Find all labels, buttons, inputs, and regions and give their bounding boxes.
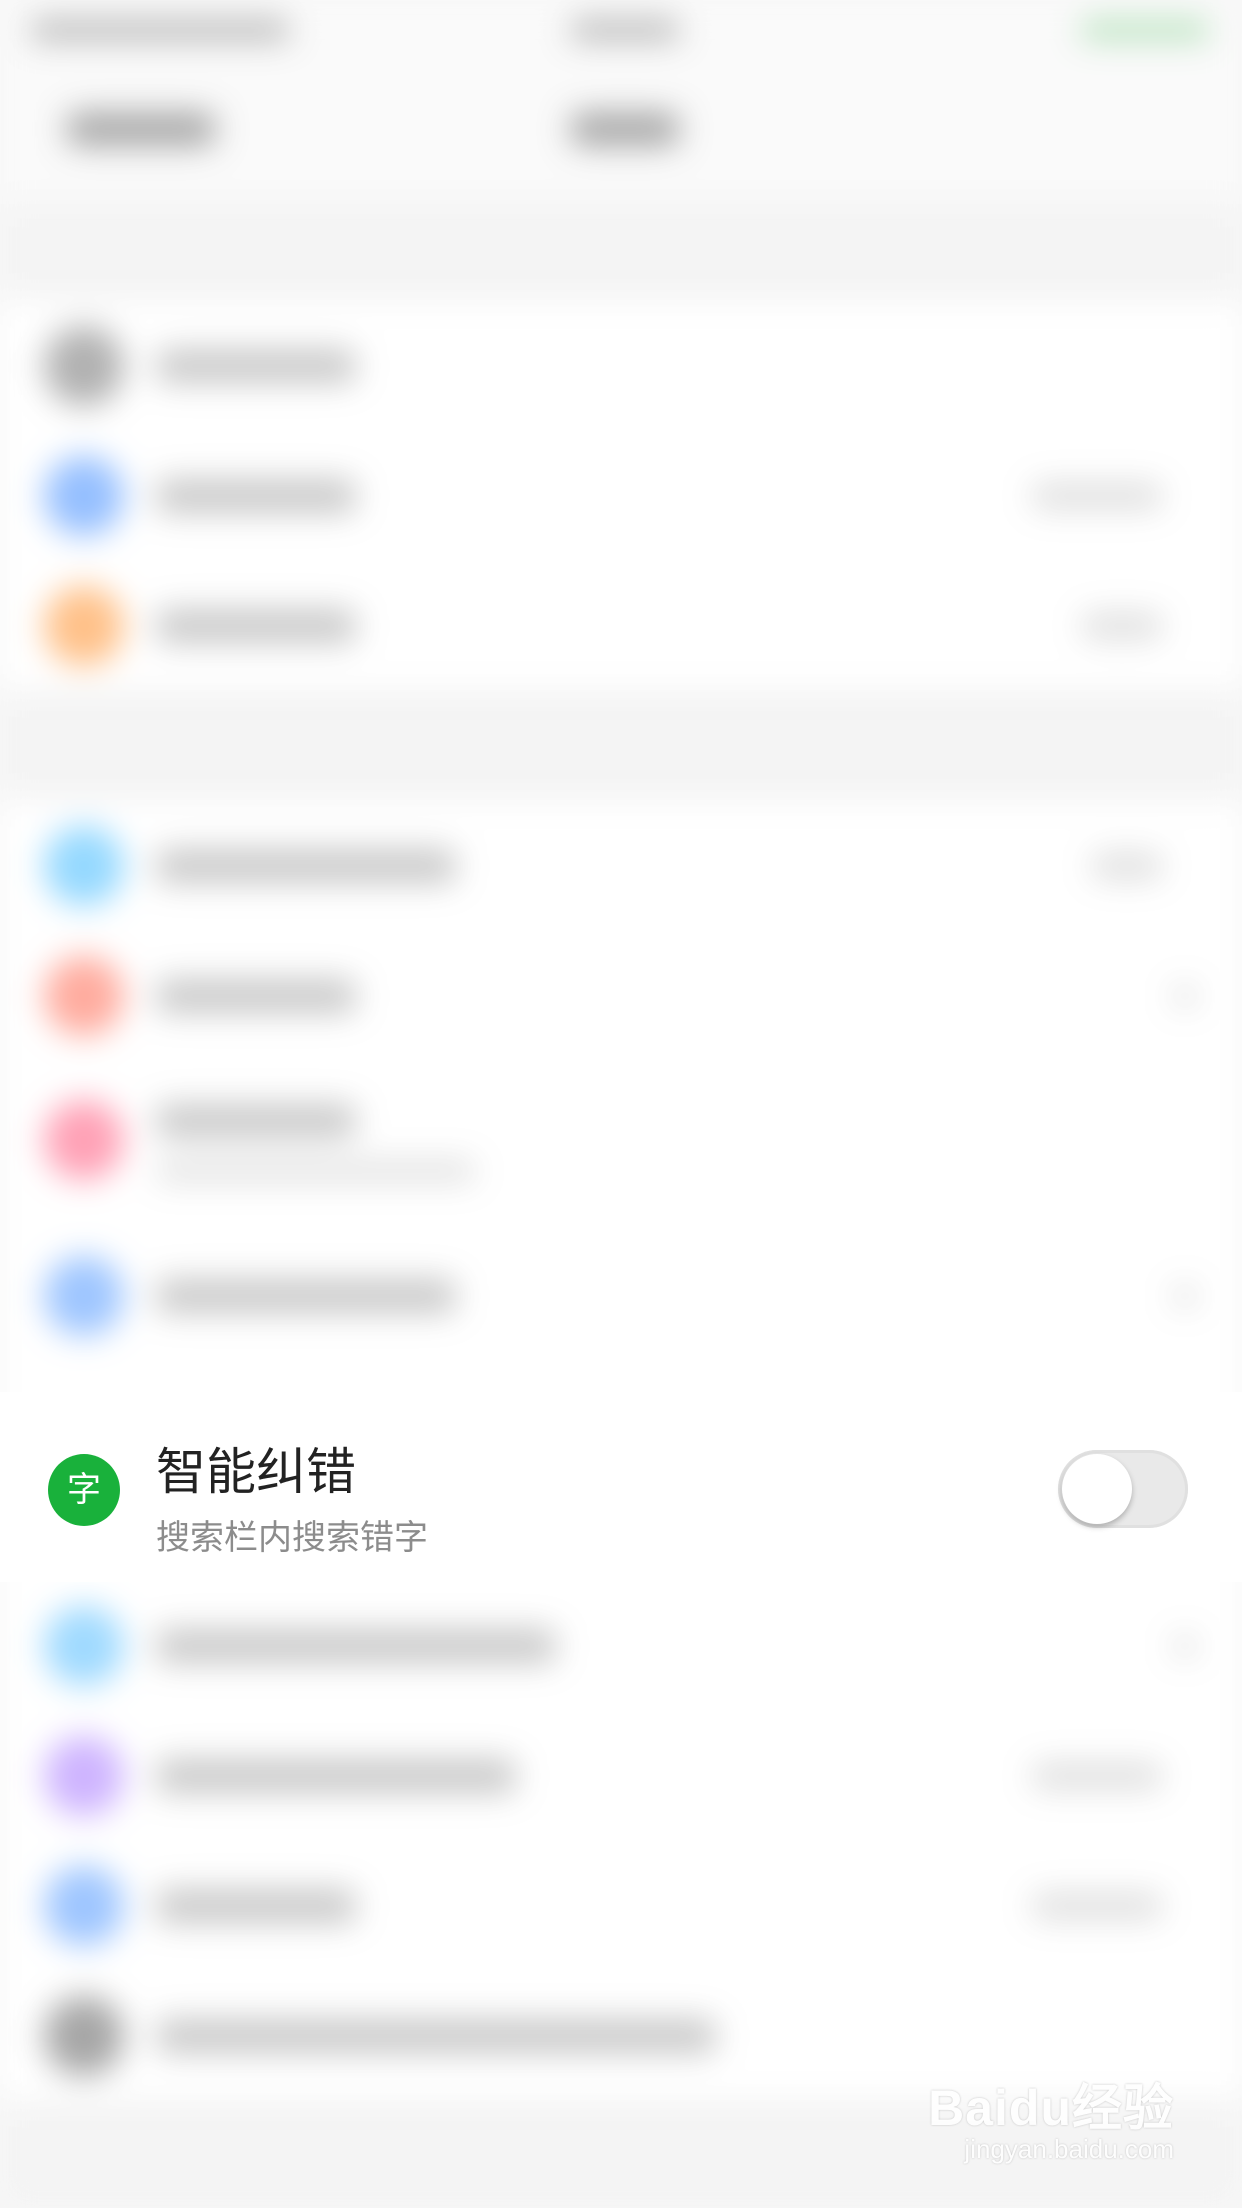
setting-subtitle: 搜索栏内搜索错字 [156, 1518, 428, 1558]
toggle-knob [1062, 1454, 1132, 1524]
baidu-jingyan-watermark: Baidu经验 jingyan.baidu.com [928, 2068, 1174, 2178]
smart-correction-setting-row[interactable]: 字 智能纠错 搜索栏内搜索错字 [0, 1392, 1242, 1582]
watermark-url: jingyan.baidu.com [964, 2134, 1174, 2164]
watermark-brand: Baidu经验 [928, 2080, 1174, 2136]
setting-title: 智能纠错 [156, 1443, 356, 1501]
character-icon: 字 [48, 1454, 120, 1526]
background-dim-overlay [0, 0, 1242, 2208]
smart-correction-toggle[interactable] [1058, 1450, 1188, 1528]
